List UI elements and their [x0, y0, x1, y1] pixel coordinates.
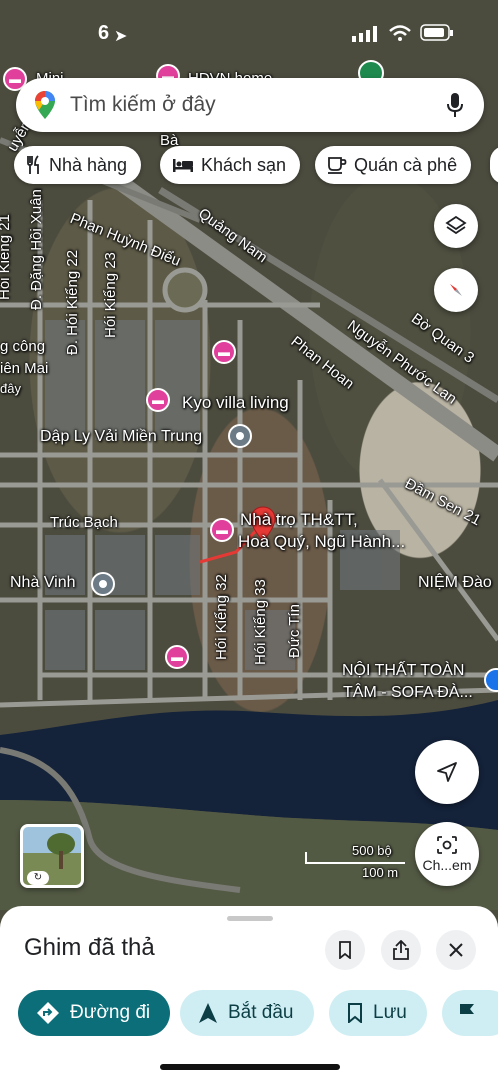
street-label-hoi-kieng-32: Hói Kiểng 32 [213, 574, 230, 660]
scale-tick [305, 852, 307, 864]
microphone-icon[interactable] [446, 92, 464, 118]
street-label-truc-bach: Trúc Bạch [50, 514, 118, 531]
my-location-button[interactable] [415, 740, 479, 804]
signal-icon [352, 26, 377, 42]
pin-label-line-2: Hoà Quý, Ngũ Hành... [238, 532, 406, 551]
more-action-button[interactable] [442, 990, 498, 1036]
street-label-hoi-kieng-21: Hói Kiểng 21 [0, 214, 13, 300]
place-label-noi-that-1[interactable]: NỘI THẤT TOÀN [342, 662, 464, 680]
hotel-pin-icon[interactable]: ▬ [165, 645, 189, 669]
chip-hotels[interactable]: Khách sạn [160, 146, 301, 184]
camera-icon [437, 836, 457, 854]
scale-label-feet: 500 bộ [352, 843, 392, 858]
layers-button[interactable] [434, 204, 478, 248]
tree-trunk [59, 851, 63, 869]
navigation-arrow-icon [199, 1003, 217, 1023]
restaurant-icon [27, 155, 39, 174]
drag-handle[interactable] [227, 916, 273, 921]
rotate-360-icon: ↻ [27, 871, 49, 885]
hotel-pin-icon[interactable]: ▬ [146, 388, 170, 412]
chip-label: Nhà hàng [49, 154, 128, 175]
street-label-duc-tin: Đức Tín [286, 604, 303, 658]
place-label-kyo-villa[interactable]: Kyo villa living [182, 393, 289, 413]
search-placeholder[interactable]: Tìm kiếm ở đây [70, 93, 446, 117]
google-maps-logo-icon [35, 91, 55, 119]
save-label: Lưu [373, 1002, 407, 1023]
scale-bar [305, 862, 405, 864]
place-label-dap-ly[interactable]: Dập Ly Vải Miền Trung [40, 428, 202, 446]
home-indicator [160, 1064, 340, 1070]
wifi-icon [389, 25, 411, 41]
place-pin-icon[interactable] [228, 424, 252, 448]
start-button[interactable]: Bắt đầu [180, 990, 314, 1036]
chip-label: Khách sạn [201, 154, 287, 175]
close-button[interactable] [436, 930, 476, 970]
place-label-noi-that-2[interactable]: TÂM - SOFA ĐÀ... [343, 684, 473, 702]
chip-restaurants[interactable]: Nhà hàng [14, 146, 142, 184]
directions-button[interactable]: Đường đi [18, 990, 171, 1036]
compass-button[interactable] [434, 268, 478, 312]
layers-icon [445, 215, 467, 235]
coffee-icon [328, 157, 347, 174]
chip-label: Quán cà phê [354, 154, 458, 175]
place-label-left-3: đây [0, 381, 21, 396]
status-bar: 6 ➤ [0, 0, 498, 60]
directions-label: Đường đi [70, 1002, 151, 1023]
place-label-nha-vinh[interactable]: Nhà Vinh [10, 574, 76, 592]
bookmark-icon [339, 941, 351, 959]
hotel-icon [173, 159, 193, 172]
street-label-dang-hoi-xuan: Đ. Đặng Hồi Xuân [28, 189, 45, 310]
search-bar[interactable]: Tìm kiếm ở đây [16, 78, 484, 132]
place-label-left-1: g công [0, 338, 46, 355]
place-label-niem-dao[interactable]: NIỆM Đào [418, 574, 492, 592]
hotel-pin-icon[interactable]: ▬ [212, 340, 236, 364]
start-label: Bắt đầu [228, 1002, 294, 1023]
close-icon [449, 943, 463, 957]
street-view-thumbnail[interactable]: ↻ [20, 824, 84, 888]
share-icon [393, 940, 409, 960]
save-icon-button[interactable] [325, 930, 365, 970]
pin-label-line-1: Nhà trọ TH&TT, [240, 510, 358, 529]
scale-label-meters: 100 m [362, 865, 399, 880]
status-time: 6 [98, 22, 110, 44]
street-label-hoi-kieng-33: Hói Kiểng 33 [252, 579, 269, 665]
place-pin-icon[interactable] [91, 572, 115, 596]
navigation-arrow-icon [437, 762, 457, 782]
bottom-sheet[interactable]: Ghim đã thả Đường đi Bắt đầu Lưu [0, 906, 498, 1080]
flag-icon [460, 1004, 474, 1022]
battery-icon [420, 24, 453, 41]
hotel-pin-icon[interactable]: ▬ [210, 518, 234, 542]
sheet-title: Ghim đã thả [24, 934, 155, 961]
chip-coffee[interactable]: Quán cà phê [315, 146, 472, 184]
street-label-hoi-kieng-22: Đ. Hói Kiểng 22 [64, 249, 81, 355]
save-button[interactable]: Lưu [329, 990, 427, 1036]
camera-label: Ch...em [422, 857, 472, 873]
share-button[interactable] [381, 930, 421, 970]
bookmark-icon [348, 1003, 362, 1023]
location-arrow-icon: ➤ [114, 28, 128, 45]
street-label-hoi-kieng-23: Hói Kiểng 23 [102, 252, 119, 338]
directions-icon [37, 1002, 59, 1024]
place-label-left-2: iên Mai [0, 360, 49, 377]
camera-button[interactable]: Ch...em [415, 822, 479, 886]
compass-icon [450, 284, 462, 296]
